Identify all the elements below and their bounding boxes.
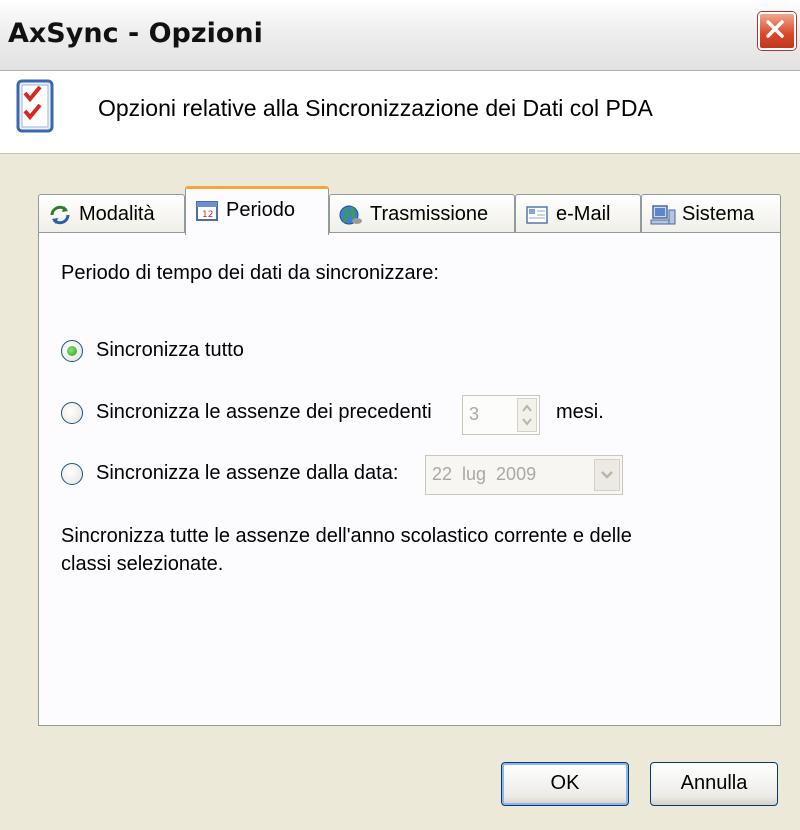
radio-sync-previous-months-label[interactable]: Sincronizza le assenze dei precedenti bbox=[96, 401, 432, 424]
tab-sistema[interactable]: Sistema bbox=[641, 194, 781, 232]
tab-trasmissione[interactable]: Trasmissione bbox=[329, 194, 515, 232]
radio-sync-all[interactable] bbox=[61, 340, 83, 362]
tab-email[interactable]: e-Mail bbox=[515, 194, 641, 232]
chevron-down-icon bbox=[601, 471, 613, 479]
computer-icon bbox=[650, 204, 676, 225]
tab-label: e-Mail bbox=[556, 203, 611, 225]
close-icon bbox=[766, 20, 784, 38]
date-value: 22 lug 2009 bbox=[432, 464, 537, 484]
window-title: AxSync - Opzioni bbox=[8, 18, 263, 49]
globe-icon bbox=[339, 205, 362, 225]
months-value: 3 bbox=[469, 404, 480, 424]
tab-modalita[interactable]: Modalità bbox=[38, 194, 185, 232]
ok-button[interactable]: OK bbox=[501, 762, 629, 806]
close-button[interactable] bbox=[758, 12, 796, 50]
tab-label: Modalità bbox=[79, 203, 155, 225]
spin-arrows-icon bbox=[522, 404, 532, 426]
calendar-icon: 12 bbox=[196, 200, 218, 221]
options-dialog: AxSync - Opzioni Opzioni relative alla S… bbox=[0, 0, 800, 830]
header-description: Opzioni relative alla Sincronizzazione d… bbox=[98, 95, 653, 121]
months-unit-label: mesi. bbox=[556, 401, 604, 423]
tab-label: Periodo bbox=[226, 199, 295, 221]
title-bar: AxSync - Opzioni bbox=[0, 0, 800, 71]
tab-label: Trasmissione bbox=[370, 203, 489, 225]
svg-text:12: 12 bbox=[202, 210, 213, 220]
date-picker[interactable]: 22 lug 2009 bbox=[425, 455, 623, 495]
tab-periodo[interactable]: 12 Periodo bbox=[185, 186, 329, 235]
period-prompt: Periodo di tempo dei dati da sincronizza… bbox=[61, 262, 439, 284]
months-stepper[interactable]: 3 bbox=[462, 395, 540, 435]
dialog-header: Opzioni relative alla Sincronizzazione d… bbox=[0, 71, 800, 154]
checklist-icon bbox=[16, 79, 54, 133]
envelope-icon bbox=[526, 205, 548, 224]
radio-sync-from-date[interactable] bbox=[61, 463, 83, 485]
date-dropdown-button[interactable] bbox=[594, 459, 620, 491]
tab-label: Sistema bbox=[682, 203, 755, 225]
option-description: Sincronizza tutte le assenze dell'anno s… bbox=[61, 525, 632, 575]
sync-arrows-icon bbox=[50, 205, 70, 224]
radio-sync-all-label[interactable]: Sincronizza tutto bbox=[96, 339, 244, 362]
months-spin-buttons[interactable] bbox=[517, 398, 537, 432]
cancel-button[interactable]: Annulla bbox=[650, 762, 778, 806]
tab-strip: Modalità 12 Periodo Trasmissione e-Mail bbox=[38, 186, 781, 235]
radio-sync-from-date-label[interactable]: Sincronizza le assenze dalla data: bbox=[96, 462, 398, 485]
radio-sync-previous-months[interactable] bbox=[61, 402, 83, 424]
